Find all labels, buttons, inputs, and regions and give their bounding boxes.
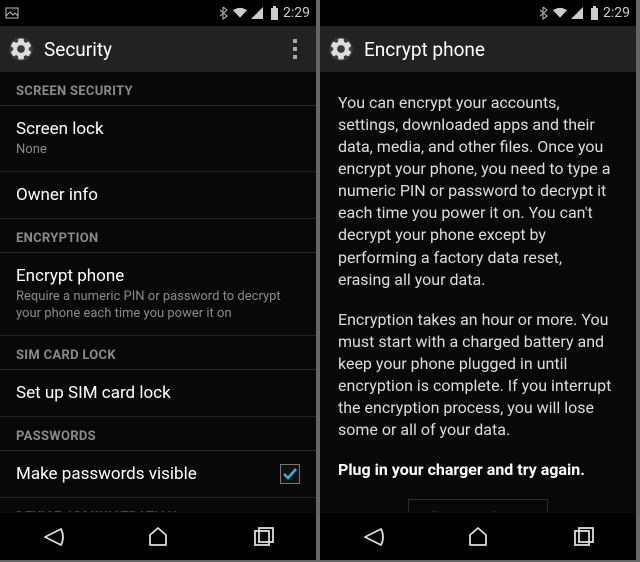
battery-icon bbox=[586, 5, 602, 21]
item-sim-lock[interactable]: Set up SIM card lock bbox=[0, 370, 316, 417]
overflow-menu-button[interactable] bbox=[280, 29, 310, 69]
screen-lock-value: None bbox=[16, 142, 300, 159]
home-button[interactable] bbox=[438, 517, 518, 557]
item-passwords-visible[interactable]: Make passwords visible bbox=[0, 451, 316, 498]
status-bar: 2:29 bbox=[320, 0, 636, 26]
signal-icon bbox=[249, 5, 265, 21]
app-bar: Encrypt phone bbox=[320, 26, 636, 72]
gallery-icon bbox=[4, 5, 20, 21]
recents-button[interactable] bbox=[223, 517, 303, 557]
clock: 2:29 bbox=[603, 5, 630, 21]
page-title: Security bbox=[44, 38, 280, 61]
encrypt-warning: Plug in your charger and try again. bbox=[338, 459, 618, 481]
section-device-admin: DEVICE ADMINISTRATION bbox=[0, 498, 316, 512]
item-screen-lock[interactable]: Screen lock None bbox=[0, 106, 316, 172]
home-button[interactable] bbox=[118, 517, 198, 557]
encrypt-phone-button: Encrypt phone bbox=[408, 499, 548, 512]
screen-lock-label: Screen lock bbox=[16, 118, 300, 140]
bluetooth-icon bbox=[535, 5, 551, 21]
encrypt-info-pane[interactable]: You can encrypt your accounts, settings,… bbox=[320, 72, 636, 512]
encrypt-paragraph-2: Encryption takes an hour or more. You mu… bbox=[338, 309, 618, 441]
bluetooth-icon bbox=[215, 5, 231, 21]
clock: 2:29 bbox=[283, 5, 310, 21]
phone-left: 2:29 Security SCREEN SECURITY Screen loc… bbox=[0, 0, 316, 560]
encrypt-phone-label: Encrypt phone bbox=[16, 265, 300, 287]
section-encryption: ENCRYPTION bbox=[0, 219, 316, 253]
recents-button[interactable] bbox=[543, 517, 623, 557]
section-sim-lock: SIM CARD LOCK bbox=[0, 336, 316, 370]
settings-icon[interactable] bbox=[326, 34, 356, 64]
back-button[interactable] bbox=[333, 517, 413, 557]
app-bar: Security bbox=[0, 26, 316, 72]
phone-right: 2:29 Encrypt phone You can encrypt your … bbox=[320, 0, 636, 560]
encrypt-phone-desc: Require a numeric PIN or password to dec… bbox=[16, 289, 300, 323]
signal-icon bbox=[569, 5, 585, 21]
owner-info-label: Owner info bbox=[16, 184, 300, 206]
settings-list[interactable]: SCREEN SECURITY Screen lock None Owner i… bbox=[0, 72, 316, 512]
page-title: Encrypt phone bbox=[364, 38, 630, 61]
wifi-icon bbox=[552, 5, 568, 21]
sim-lock-label: Set up SIM card lock bbox=[16, 382, 300, 404]
wifi-icon bbox=[232, 5, 248, 21]
encrypt-paragraph-1: You can encrypt your accounts, settings,… bbox=[338, 92, 618, 291]
item-encrypt-phone[interactable]: Encrypt phone Require a numeric PIN or p… bbox=[0, 253, 316, 336]
section-passwords: PASSWORDS bbox=[0, 417, 316, 451]
status-bar: 2:29 bbox=[0, 0, 316, 26]
back-button[interactable] bbox=[13, 517, 93, 557]
settings-icon[interactable] bbox=[6, 34, 36, 64]
battery-icon bbox=[266, 5, 282, 21]
nav-bar bbox=[0, 512, 316, 560]
item-owner-info[interactable]: Owner info bbox=[0, 172, 316, 219]
passwords-visible-label: Make passwords visible bbox=[16, 463, 280, 485]
nav-bar bbox=[320, 512, 636, 560]
section-screen-security: SCREEN SECURITY bbox=[0, 72, 316, 106]
passwords-visible-checkbox[interactable] bbox=[280, 464, 300, 484]
